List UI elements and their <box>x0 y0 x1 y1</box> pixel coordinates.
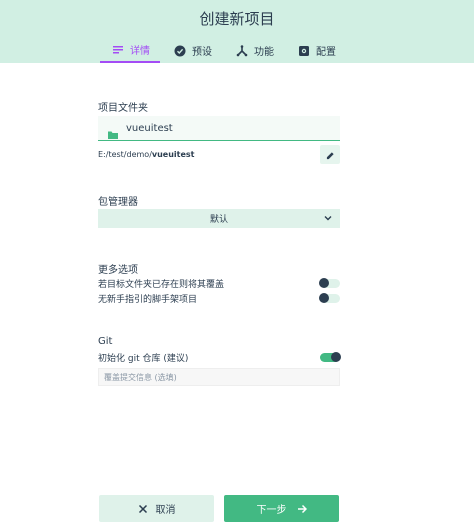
tab-details-label: 详情 <box>130 46 150 57</box>
folder-icon <box>108 124 118 139</box>
folder-name-value: vueuitest <box>126 122 173 134</box>
git-init-toggle[interactable] <box>320 352 341 362</box>
tab-details[interactable]: 详情 <box>100 38 160 63</box>
tab-presets[interactable]: 预设 <box>162 38 222 63</box>
step-tabs: 详情 预设 功能 配置 <box>100 38 348 63</box>
arrow-right-icon <box>297 504 307 514</box>
option-overwrite-label: 若目标文件夹已存在则将其覆盖 <box>98 279 225 290</box>
tab-features[interactable]: 功能 <box>224 38 284 63</box>
page-title: 创建新项目 <box>199 10 275 28</box>
package-manager-select[interactable]: 默认 <box>98 209 340 228</box>
git-section-label: Git <box>98 336 113 347</box>
toggle-knob <box>331 352 341 362</box>
package-manager-label: 包管理器 <box>98 197 138 208</box>
option-row-git-init: 初始化 git 仓库 (建议) <box>98 350 341 364</box>
cancel-button[interactable]: 取消 <box>99 495 214 522</box>
next-label: 下一步 <box>256 505 287 516</box>
chevron-down-icon <box>324 214 332 222</box>
package-manager-value: 默认 <box>209 215 228 225</box>
overwrite-toggle[interactable] <box>319 278 340 288</box>
tab-config-label: 配置 <box>316 47 336 58</box>
edit-path-button[interactable] <box>320 145 340 164</box>
folder-path: E:/test/demo/vueuitest <box>98 150 195 159</box>
toggle-knob <box>319 278 329 288</box>
option-no-guide-label: 无新手指引的脚手架项目 <box>98 294 198 305</box>
option-row-overwrite: 若目标文件夹已存在则将其覆盖 <box>98 276 340 290</box>
commit-message-input[interactable]: 覆盖提交信息 (选填) <box>98 368 340 386</box>
git-init-label: 初始化 git 仓库 (建议) <box>98 353 189 364</box>
tab-config[interactable]: 配置 <box>286 38 346 63</box>
cancel-label: 取消 <box>155 505 176 516</box>
check-circle-icon <box>174 45 186 57</box>
no-guide-toggle[interactable] <box>319 293 340 303</box>
option-row-no-guide: 无新手指引的脚手架项目 <box>98 291 340 305</box>
settings-icon <box>298 45 310 57</box>
merge-icon <box>236 44 248 57</box>
more-options-label: 更多选项 <box>98 265 138 276</box>
close-icon <box>138 504 148 514</box>
folder-path-name: vueuitest <box>151 150 195 159</box>
folder-section-label: 项目文件夹 <box>98 103 148 114</box>
tab-presets-label: 预设 <box>192 47 212 58</box>
toggle-knob <box>319 293 329 303</box>
pencil-icon <box>326 145 335 164</box>
next-button[interactable]: 下一步 <box>224 495 339 522</box>
folder-path-prefix: E:/test/demo/ <box>98 150 152 159</box>
details-list-icon <box>112 44 124 56</box>
folder-name-input[interactable]: vueuitest <box>98 116 340 141</box>
header: 创建新项目 详情 预设 功能 配置 <box>0 0 474 63</box>
tab-features-label: 功能 <box>254 47 274 58</box>
